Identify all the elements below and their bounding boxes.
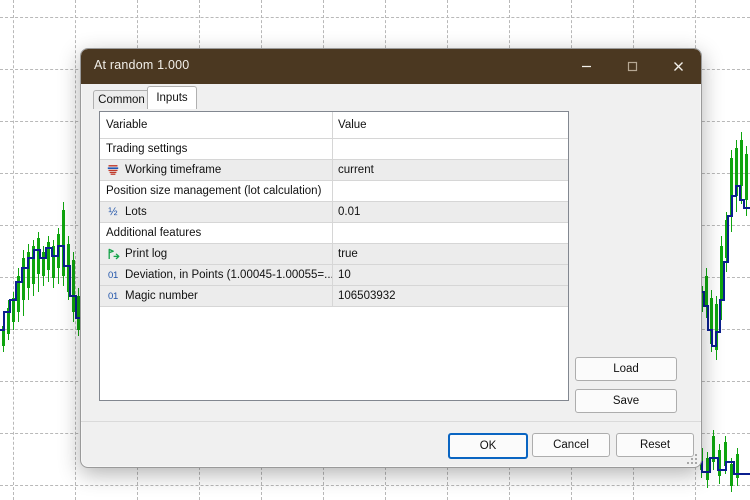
value-label: 10 [338,269,351,281]
tab-strip: Common Inputs [81,84,701,108]
tab-inputs-label: Inputs [156,92,187,104]
cell-value[interactable]: 0.01 [333,202,568,222]
table-section-row: Trading settings [100,139,568,160]
indicator-line-tail [696,458,750,474]
reset-button[interactable]: Reset [616,433,694,457]
variable-label: Working timeframe [125,164,221,176]
table-row[interactable]: 01 Deviation, in Points (1.00045-1.00055=… [100,265,568,286]
table-row[interactable]: ½ Lots 0.01 [100,202,568,223]
cell-variable: Additional features [100,223,333,243]
tab-common-label: Common [98,94,145,106]
tab-inputs[interactable]: Inputs [147,86,197,109]
cell-variable: Working timeframe [100,160,333,180]
cancel-button-label: Cancel [553,439,589,451]
title-bar[interactable]: At random 1.000 [81,49,701,84]
table-section-row: Additional features [100,223,568,244]
table-row[interactable]: Print log true [100,244,568,265]
table-row[interactable]: Working timeframe current [100,160,568,181]
column-header-value: Value [333,112,568,138]
reset-button-label: Reset [640,439,670,451]
cancel-button[interactable]: Cancel [532,433,610,457]
value-label: 106503932 [338,290,396,302]
cell-variable: Print log [100,244,333,264]
table-row[interactable]: 01 Magic number 106503932 [100,286,568,307]
cell-variable: Trading settings [100,139,333,159]
integer-icon: 01 [106,269,120,282]
variable-label: Position size management (lot calculatio… [106,185,321,197]
indicator-line-right [696,186,750,346]
variable-label: Print log [125,248,167,260]
cell-value[interactable]: 10 [333,265,568,285]
footer-divider [81,421,701,422]
table-body: Trading settings Working timeframe current… [100,139,568,307]
variable-label: Additional features [106,227,201,239]
variable-label: Deviation, in Points (1.00045-1.00055=..… [125,269,333,281]
cell-value [333,223,568,243]
save-button[interactable]: Save [575,389,677,413]
table-section-row: Position size management (lot calculatio… [100,181,568,202]
maximize-icon[interactable] [609,49,655,84]
indicator-line-left [0,246,82,330]
cell-variable: ½ Lots [100,202,333,222]
tab-common[interactable]: Common [93,90,150,109]
table-empty-area [100,307,568,401]
value-label: 0.01 [338,206,360,218]
cell-value[interactable]: 106503932 [333,286,568,306]
ok-button-label: OK [480,440,497,452]
resize-grip[interactable] [687,454,698,465]
variable-label: Lots [125,206,147,218]
ok-button[interactable]: OK [448,433,528,459]
boolean-flag-icon [106,248,120,261]
cell-value [333,181,568,201]
minimize-icon[interactable] [563,49,609,84]
timeframe-icon [106,164,120,177]
table-header-row: Variable Value [100,112,568,139]
fraction-icon: ½ [106,206,120,219]
integer-icon: 01 [106,290,120,303]
inputs-table[interactable]: Variable Value Trading settings Working t… [99,111,569,401]
cell-variable: 01 Deviation, in Points (1.00045-1.00055=… [100,265,333,285]
window-title: At random 1.000 [94,58,189,72]
cell-value[interactable]: true [333,244,568,264]
expert-properties-dialog: At random 1.000 Common Inputs Variable V… [80,48,702,468]
column-header-variable: Variable [100,112,333,138]
variable-label: Trading settings [106,143,187,155]
save-button-label: Save [613,395,639,407]
load-button[interactable]: Load [575,357,677,381]
cell-value [333,139,568,159]
cell-variable: 01 Magic number [100,286,333,306]
value-label: current [338,164,374,176]
cell-variable: Position size management (lot calculatio… [100,181,333,201]
load-button-label: Load [613,363,639,375]
variable-label: Magic number [125,290,198,302]
cell-value[interactable]: current [333,160,568,180]
close-icon[interactable] [655,49,701,84]
value-label: true [338,248,358,260]
